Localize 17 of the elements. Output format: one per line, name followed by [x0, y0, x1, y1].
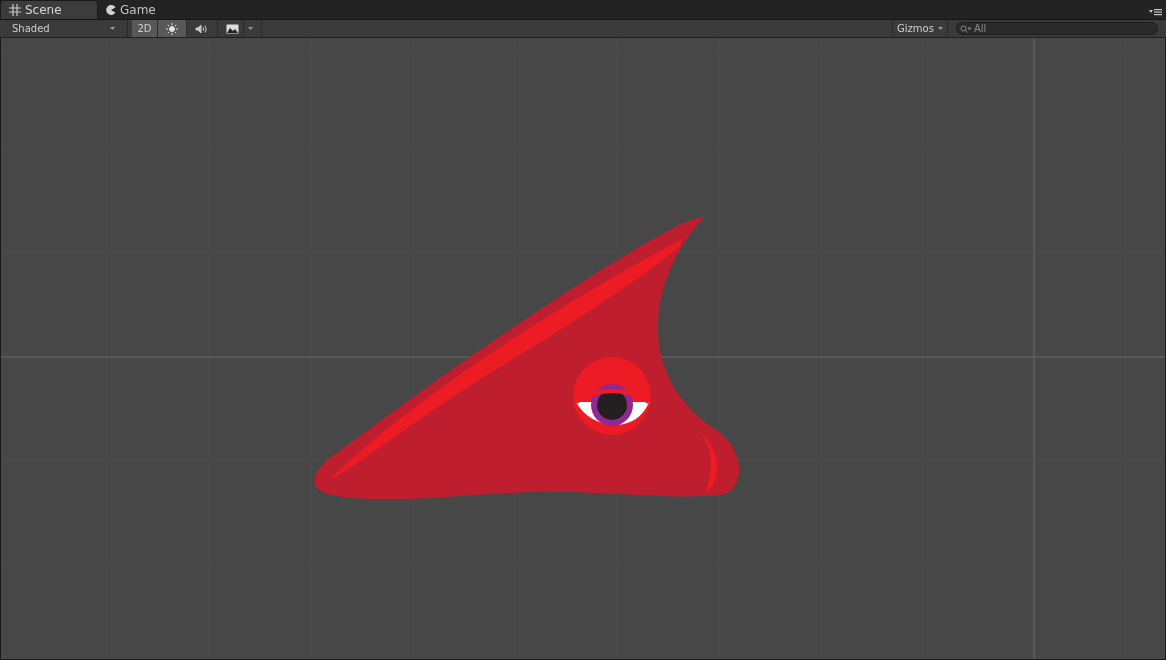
menu-icon[interactable] — [1149, 8, 1162, 16]
image-icon — [226, 23, 239, 34]
pacman-icon — [106, 4, 116, 15]
search-icon — [960, 25, 971, 34]
gizmos-dropdown[interactable]: Gizmos — [892, 20, 948, 37]
sun-icon — [166, 22, 178, 35]
grid-icon — [9, 4, 21, 16]
shading-dropdown[interactable]: Shaded — [0, 20, 128, 37]
caret-icon — [248, 27, 253, 30]
speaker-icon — [195, 22, 209, 35]
tab[interactable]: Scene — [0, 0, 98, 19]
caret-icon — [937, 27, 943, 30]
2d-toggle[interactable]: 2D — [132, 20, 158, 37]
lighting-toggle[interactable] — [158, 20, 187, 37]
caret-icon — [110, 27, 115, 30]
tab[interactable]: Game — [98, 0, 196, 19]
search-field[interactable]: All — [956, 22, 1158, 35]
